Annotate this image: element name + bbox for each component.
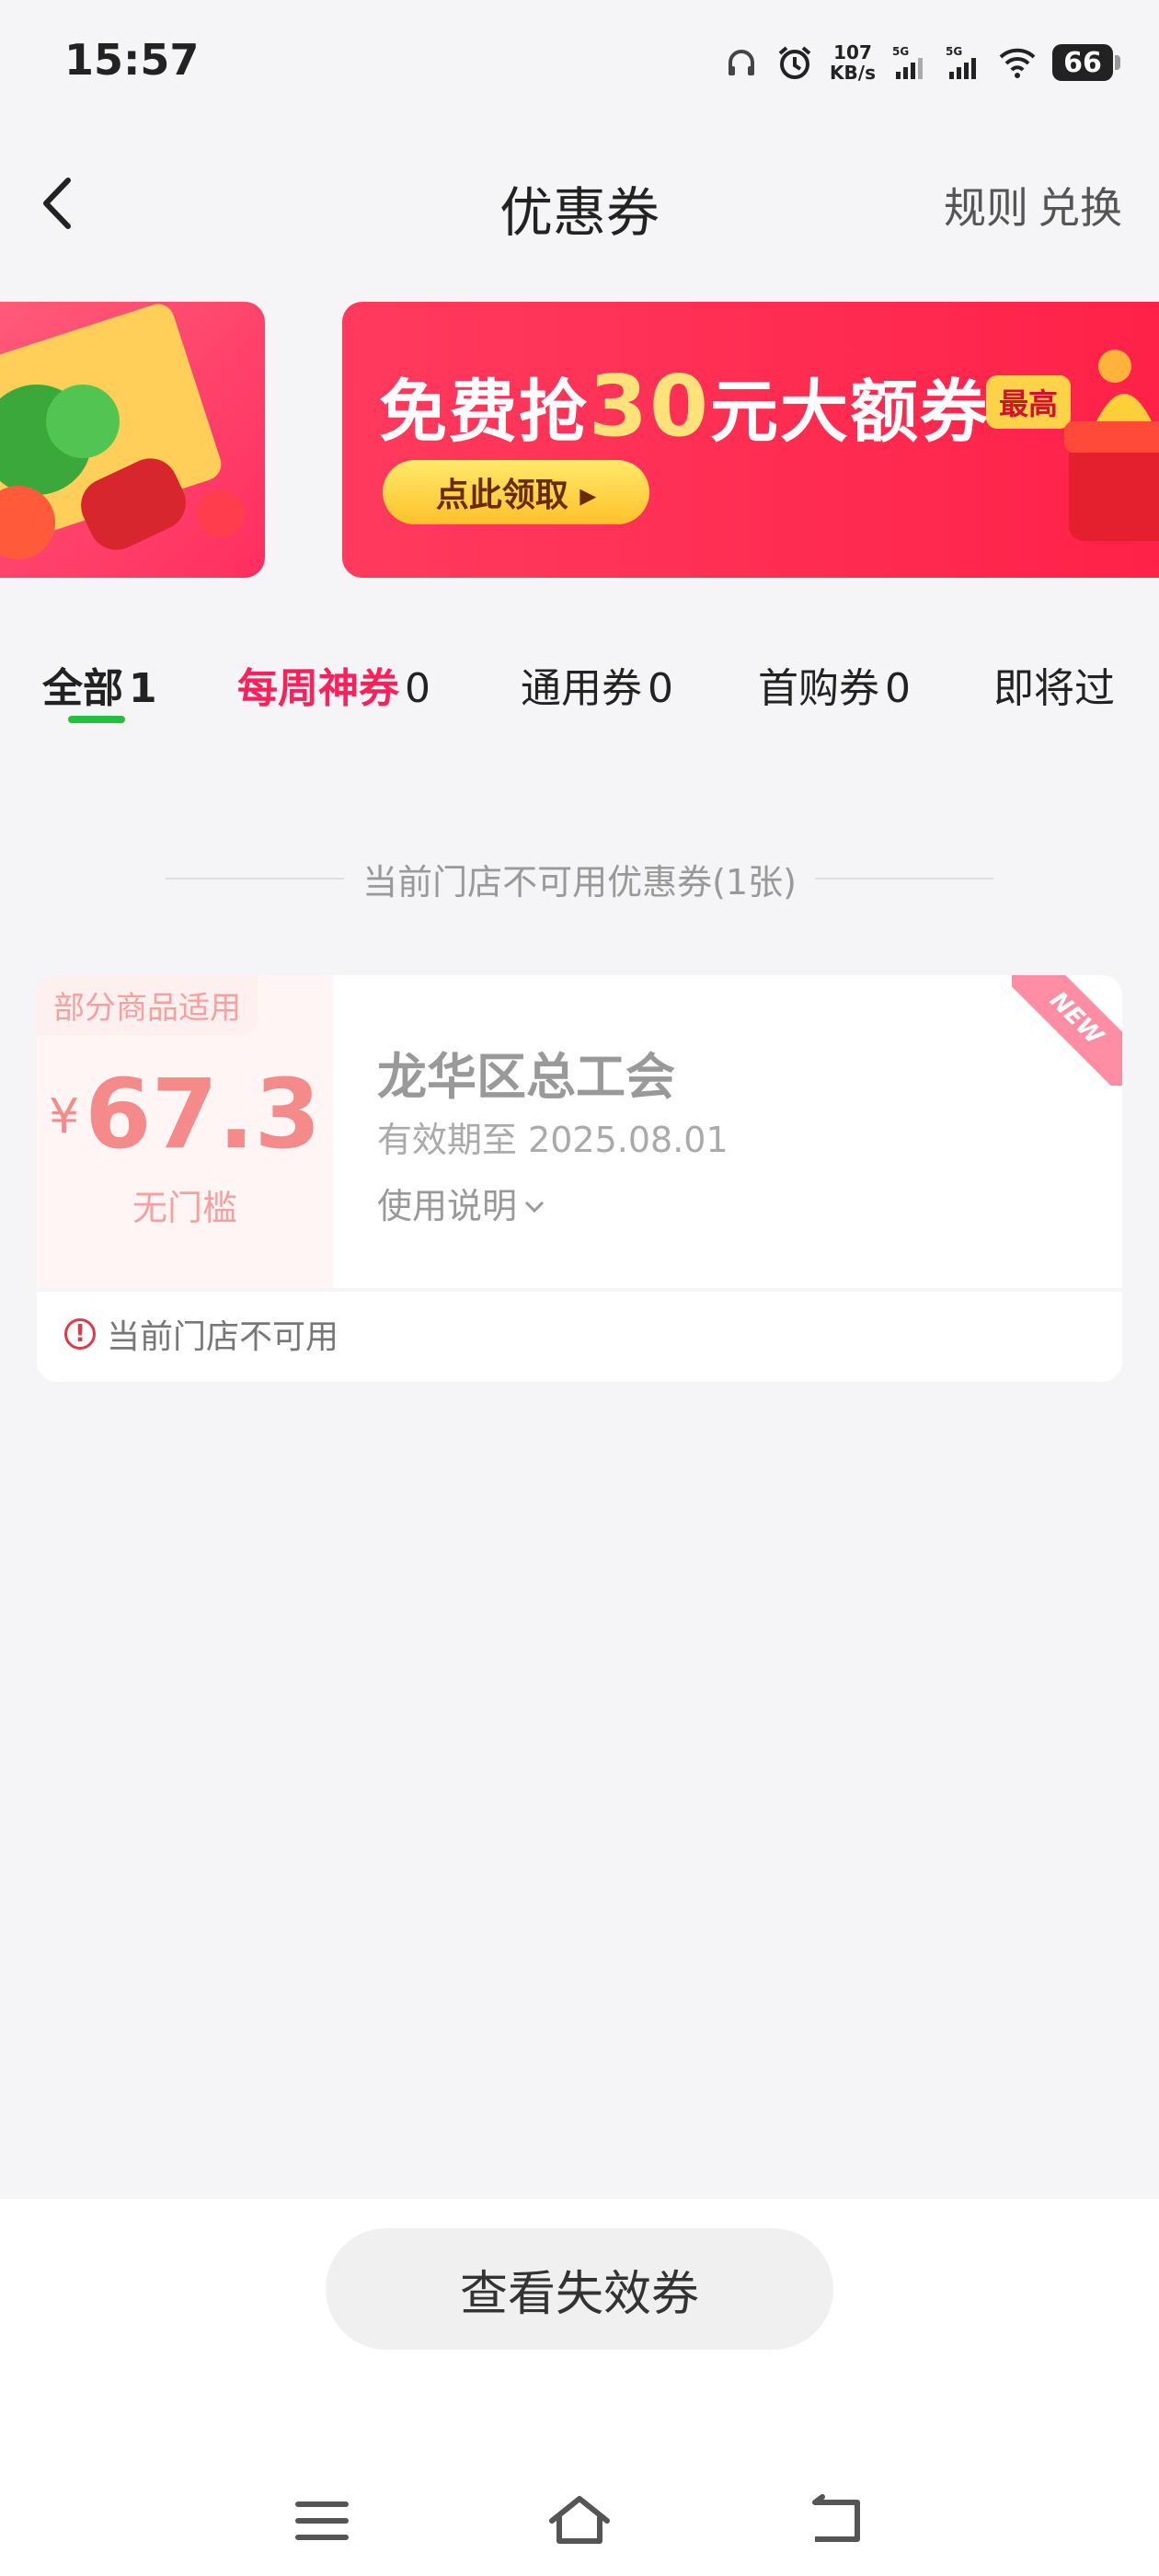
tab-expiring-soon[interactable]: 即将过 bbox=[993, 655, 1120, 714]
svg-text:5G: 5G bbox=[946, 45, 962, 58]
section-divider-text: 当前门店不可用优惠券(1张) bbox=[362, 861, 797, 903]
bottom-bar: 查看失效券 bbox=[0, 2199, 1159, 2576]
status-time: 15:57 bbox=[64, 35, 200, 85]
view-expired-coupons-button[interactable]: 查看失效券 bbox=[326, 2228, 833, 2350]
gift-box-illustration bbox=[1064, 350, 1159, 541]
coupon-card[interactable]: 部分商品适用 ¥67.3 无门槛 龙华区总工会 有效期至 2025.08.01 … bbox=[37, 975, 1122, 1382]
system-navigation-bar bbox=[0, 2475, 1159, 2576]
promo-banner-coupon[interactable]: 免费抢30元大额券 最高 点此领取 ▸ bbox=[342, 302, 1159, 578]
coupon-divider bbox=[37, 1288, 1122, 1292]
back-icon[interactable] bbox=[800, 2484, 874, 2558]
coupon-value-panel: 部分商品适用 ¥67.3 无门槛 bbox=[37, 975, 333, 1288]
network-speed: 107 KB/s bbox=[830, 41, 876, 84]
promo-banner-left[interactable] bbox=[0, 302, 265, 578]
wifi-icon bbox=[999, 48, 1036, 78]
tab-all[interactable]: 全部 1 bbox=[42, 655, 157, 714]
alarm-icon bbox=[778, 46, 811, 79]
home-icon[interactable] bbox=[543, 2484, 616, 2558]
new-ribbon: NEW bbox=[1012, 975, 1122, 1086]
coupon-name: 龙华区总工会 bbox=[377, 1048, 675, 1106]
active-tab-indicator bbox=[68, 716, 125, 723]
coupon-scope-tag: 部分商品适用 bbox=[37, 975, 258, 1035]
menu-icon[interactable] bbox=[285, 2484, 359, 2558]
coupon-amount: ¥67.3 bbox=[49, 1058, 321, 1170]
banner-headline: 免费抢30元大额券 bbox=[379, 357, 991, 455]
headphones-icon bbox=[729, 50, 755, 75]
coupon-unavailable-note: ! 当前门店不可用 bbox=[64, 1310, 339, 1358]
usage-instructions-toggle[interactable]: 使用说明 bbox=[377, 1178, 546, 1228]
grocery-basket-illustration bbox=[0, 304, 245, 559]
rules-link[interactable]: 规则 bbox=[944, 175, 1028, 236]
banner-claim-button[interactable]: 点此领取 ▸ bbox=[383, 460, 649, 524]
top-nav: 优惠券 规则 兑换 bbox=[0, 147, 1159, 258]
coupon-tabs: 全部 1 每周神券 0 通用券 0 首购券 0 即将过 bbox=[0, 644, 1159, 727]
battery-indicator: 66 bbox=[1052, 44, 1120, 81]
coupon-expiry: 有效期至 2025.08.01 bbox=[377, 1120, 729, 1160]
svg-text:5G: 5G bbox=[892, 45, 909, 58]
exchange-link[interactable]: 兑换 bbox=[1038, 175, 1122, 236]
coupon-threshold: 无门槛 bbox=[132, 1188, 237, 1228]
status-bar: 15:57 107 KB/s 5G 5G 66 bbox=[0, 0, 1159, 120]
tab-first-purchase-coupons[interactable]: 首购券 0 bbox=[758, 655, 911, 714]
signal-5g-icon: 5G bbox=[892, 45, 923, 79]
tab-weekly-coupons[interactable]: 每周神券 0 bbox=[237, 655, 430, 714]
banner-badge: 最高 bbox=[986, 375, 1072, 429]
section-divider: 当前门店不可用优惠券(1张) bbox=[166, 856, 993, 903]
warning-icon: ! bbox=[64, 1318, 96, 1350]
status-icons: 107 KB/s 5G 5G 66 bbox=[723, 35, 1120, 90]
tab-general-coupons[interactable]: 通用券 0 bbox=[521, 655, 673, 714]
chevron-down-icon bbox=[524, 1201, 545, 1213]
signal-5g-icon: 5G bbox=[946, 45, 976, 79]
